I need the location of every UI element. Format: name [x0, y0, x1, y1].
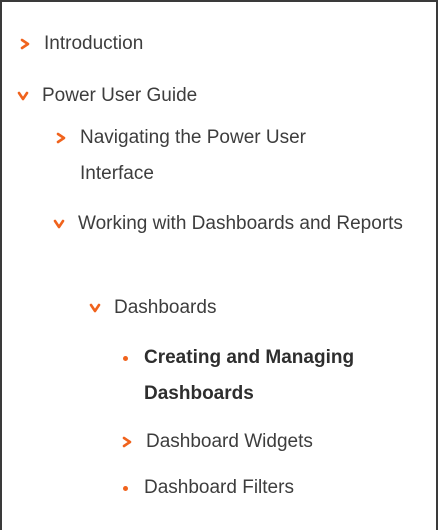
- toc-item-dashboard-widgets[interactable]: Dashboard Widgets: [120, 430, 410, 460]
- toc-item-label: Introduction: [44, 33, 144, 54]
- chevron-down-icon: [16, 84, 30, 108]
- toc-item-label: Dashboard Widgets: [146, 431, 313, 452]
- bullet-icon: [118, 476, 132, 500]
- toc-item-navigating-interface[interactable]: Navigating the Power User Interface: [54, 126, 384, 192]
- chevron-right-icon: [120, 430, 134, 454]
- toc-item-working-with-dashboards[interactable]: Working with Dashboards and Reports: [52, 212, 412, 242]
- toc-item-introduction[interactable]: Introduction: [18, 32, 418, 62]
- chevron-right-icon: [18, 32, 32, 56]
- toc-item-dashboards[interactable]: Dashboards: [88, 296, 388, 326]
- toc-item-label: Power User Guide: [42, 85, 198, 106]
- chevron-down-icon: [88, 296, 102, 320]
- toc-item-label: Working with Dashboards and Reports: [78, 213, 403, 234]
- toc-item-label: Navigating the Power User Interface: [80, 127, 306, 184]
- toc-item-label: Dashboards: [114, 297, 217, 318]
- bullet-icon: [118, 346, 132, 370]
- toc-item-dashboard-filters[interactable]: Dashboard Filters: [118, 476, 408, 506]
- chevron-right-icon: [54, 126, 68, 150]
- toc-item-creating-managing-dashboards[interactable]: Creating and Managing Dashboards: [118, 346, 408, 412]
- toc-panel: Introduction Power User Guide Navigating…: [0, 0, 438, 530]
- toc-item-power-user-guide[interactable]: Power User Guide: [16, 84, 416, 114]
- chevron-down-icon: [52, 212, 66, 236]
- toc-item-label: Creating and Managing Dashboards: [144, 347, 355, 404]
